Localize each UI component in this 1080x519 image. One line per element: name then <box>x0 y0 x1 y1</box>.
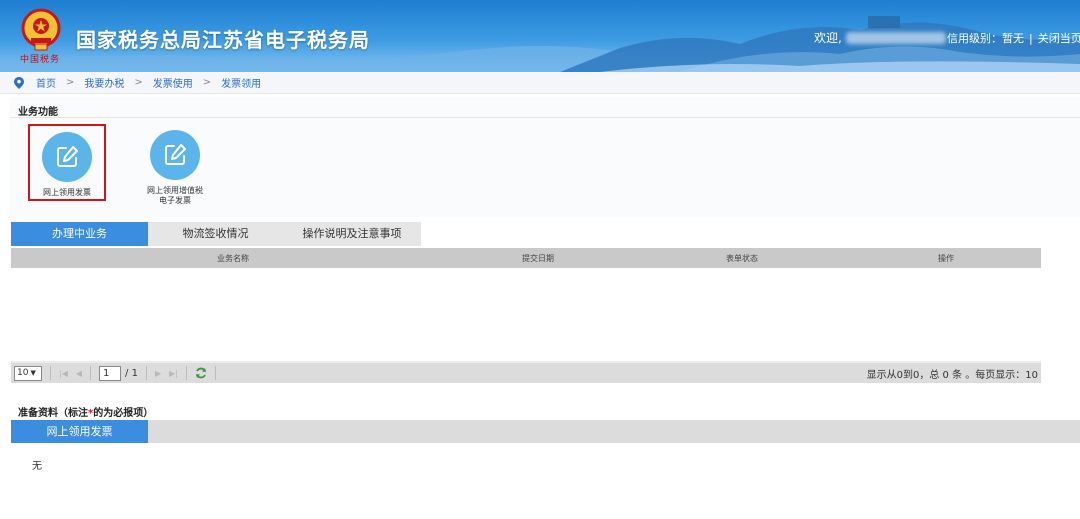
divider <box>50 366 51 380</box>
materials-title: 准备资料（标注*的为必报项） <box>18 404 153 419</box>
tab-logistics-receipt[interactable]: 物流签收情况 <box>148 222 283 246</box>
function-online-invoice-claim[interactable]: 网上领用发票 <box>28 124 106 201</box>
column-submit-date[interactable]: 提交日期 <box>522 253 554 264</box>
page-number-input[interactable]: 1 <box>99 365 122 381</box>
edit-icon <box>165 144 186 165</box>
materials-content: 无 <box>32 461 42 472</box>
welcome-text: 欢迎, <box>814 31 842 45</box>
pagination-bar: 10 ▼ |◀ ◀ 1 / 1 ▶ ▶| 显示从0到0，总 0 条 。每页显示：… <box>11 361 1041 383</box>
materials-title-prefix: 准备资料（标注 <box>18 408 88 419</box>
breadcrumb-tax-handling[interactable]: 我要办税 <box>84 75 124 90</box>
first-page-icon[interactable]: |◀ <box>59 369 68 378</box>
business-functions-title: 业务功能 <box>18 107 58 118</box>
site-header: 中国税务 国家税务总局江苏省电子税务局 欢迎, 信用级别：暂无 | 关闭当页 <box>0 0 1080 72</box>
breadcrumb: 首页 > 我要办税 > 发票使用 > 发票领用 <box>0 72 1080 94</box>
tab-instructions[interactable]: 操作说明及注意事项 <box>283 222 421 246</box>
business-functions-panel: 业务功能 网上领用发票 网上领用增值税电子发票 <box>10 97 1080 217</box>
breadcrumb-separator: > <box>202 77 212 88</box>
table-body <box>11 268 1041 360</box>
materials-tabbar: 网上领用发票 <box>11 420 1080 443</box>
next-page-icon[interactable]: ▶ <box>155 369 161 378</box>
header-links: 信用级别：暂无 | 关闭当页 <box>947 32 1080 45</box>
divider <box>10 117 1080 118</box>
page-size-select[interactable]: 10 ▼ <box>14 365 42 381</box>
welcome-area: 欢迎, <box>814 29 948 46</box>
tax-emblem-icon <box>21 8 61 51</box>
close-page-link[interactable]: 关闭当页 <box>1038 32 1080 45</box>
breadcrumb-invoice-use[interactable]: 发票使用 <box>153 75 193 90</box>
emblem-caption: 中国税务 <box>20 55 61 65</box>
column-form-status[interactable]: 表单状态 <box>726 253 758 264</box>
column-business-name[interactable]: 业务名称 <box>217 253 249 264</box>
function-label: 网上领用发票 <box>43 188 91 197</box>
breadcrumb-separator: > <box>134 77 143 88</box>
pagination-info: 显示从0到0，总 0 条 。每页显示：10 <box>866 369 1038 381</box>
business-tabs: 办理中业务 物流签收情况 操作说明及注意事项 <box>11 222 421 246</box>
function-icon-circle <box>150 130 200 180</box>
function-online-vat-e-invoice-claim[interactable]: 网上领用增值税电子发票 <box>130 130 220 206</box>
divider <box>214 366 216 380</box>
materials-title-suffix: 的为必报项） <box>93 408 154 419</box>
username-redacted <box>845 32 946 44</box>
function-icon-circle <box>42 132 92 182</box>
divider <box>90 366 92 380</box>
divider <box>185 366 187 380</box>
table-header: 业务名称 提交日期 表单状态 操作 <box>11 248 1041 268</box>
credit-level: 信用级别：暂无 <box>947 32 1024 45</box>
location-pin-icon <box>14 76 24 89</box>
total-pages: / 1 <box>125 367 138 379</box>
breadcrumb-home[interactable]: 首页 <box>36 75 56 90</box>
column-actions[interactable]: 操作 <box>938 253 954 264</box>
chevron-down-icon: ▼ <box>30 369 36 377</box>
tab-materials-online-invoice[interactable]: 网上领用发票 <box>11 420 148 443</box>
page-size-value: 10 <box>17 368 29 378</box>
tab-in-progress[interactable]: 办理中业务 <box>11 222 148 246</box>
site-title: 国家税务总局江苏省电子税务局 <box>76 28 370 52</box>
edit-icon <box>57 146 78 167</box>
function-label: 网上领用增值税电子发票 <box>147 186 203 205</box>
prev-page-icon[interactable]: ◀ <box>76 369 82 378</box>
breadcrumb-separator: > <box>66 77 75 88</box>
refresh-icon[interactable] <box>195 367 207 379</box>
breadcrumb-invoice-claim[interactable]: 发票领用 <box>221 75 261 90</box>
last-page-icon[interactable]: ▶| <box>169 369 178 378</box>
divider <box>145 366 147 380</box>
